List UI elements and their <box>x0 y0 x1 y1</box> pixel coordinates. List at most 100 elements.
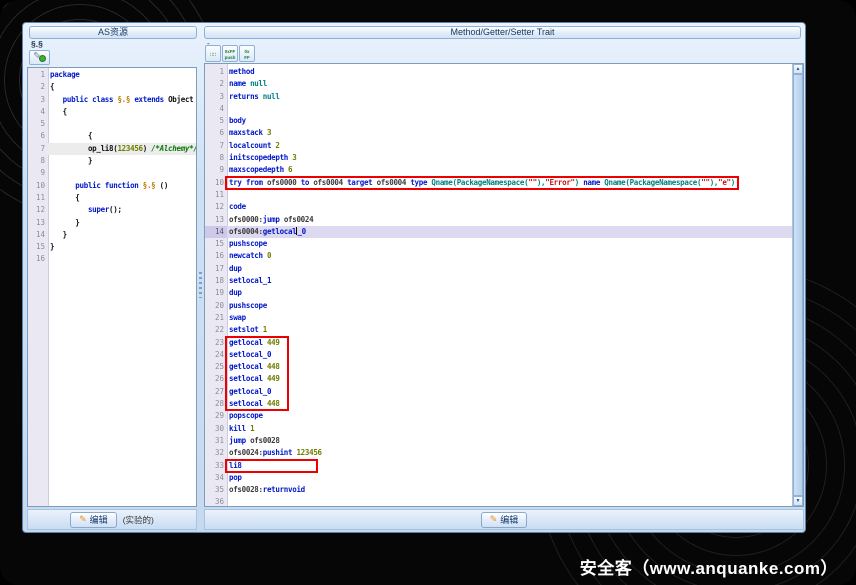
code-text: ofs0024:pushint 123456 <box>229 448 322 458</box>
script-name-label: §.§ <box>31 39 43 49</box>
code-line[interactable]: 2{ <box>28 81 196 94</box>
line-number: 24 <box>205 348 227 362</box>
code-line[interactable]: 7 localcount 2 <box>205 139 803 153</box>
code-line[interactable]: 14 } <box>28 228 196 242</box>
code-line[interactable]: 16 <box>28 253 196 266</box>
code-line[interactable]: 22 setslot 1 <box>205 324 803 337</box>
add-badge-icon <box>39 55 46 62</box>
code-text: setlocal_1 <box>229 276 272 286</box>
line-number: 10 <box>28 179 48 192</box>
code-line[interactable]: 8 initscopedepth 3 <box>205 152 803 165</box>
code-line[interactable]: 7 op_li8(123456) /*Alchemy*/; <box>28 142 196 156</box>
code-line[interactable]: 9 maxscopedepth 6 <box>205 164 803 177</box>
line-number: 21 <box>205 311 227 325</box>
code-line[interactable]: 14 ofs0004:getlocal_0 <box>205 225 803 239</box>
code-line[interactable]: 10 try from ofs0000 to ofs0004 target ofs… <box>205 176 803 189</box>
code-line[interactable]: 1 method <box>205 66 803 79</box>
code-line[interactable]: 32 ofs0024:pushint 123456 <box>205 447 803 460</box>
code-line[interactable]: 12 super(); <box>28 204 196 217</box>
hex-push-toggle-button[interactable]: 0xFF push <box>222 45 238 62</box>
code-line[interactable]: 11 { <box>28 191 196 205</box>
actionscript-code-editor[interactable]: 1 package 2{3 public class §.§ extends Obj… <box>27 67 197 507</box>
code-line[interactable]: 29 popscope <box>205 410 803 423</box>
code-text: returns null <box>229 91 280 101</box>
experimental-label: (实验的) <box>122 514 154 525</box>
code-line[interactable]: 13 } <box>28 216 196 229</box>
line-number: 14 <box>28 228 48 242</box>
code-line[interactable]: 19 dup <box>205 287 803 300</box>
edit-script-icon-button[interactable]: ✎ <box>29 50 50 65</box>
code-line[interactable]: 4 <box>205 102 803 116</box>
code-line[interactable]: 1 package <box>28 69 196 82</box>
code-line[interactable]: 21 swap <box>205 311 803 325</box>
code-text: public function §.§ () <box>75 180 169 190</box>
code-line[interactable]: 6 maxstack 3 <box>205 127 803 140</box>
scroll-up-button[interactable]: ▲ <box>793 64 803 74</box>
line-number: 25 <box>205 361 227 374</box>
line-number: 2 <box>205 78 227 91</box>
code-line[interactable]: 5 <box>28 118 196 131</box>
code-line[interactable]: 33 li8 <box>205 459 803 472</box>
code-line[interactable]: 35 ofs0028:returnvoid <box>205 484 803 497</box>
code-line[interactable]: 15} <box>28 241 196 254</box>
code-line[interactable]: 20 pushscope <box>205 299 803 312</box>
code-line[interactable]: 27 getlocal_0 <box>205 385 803 399</box>
panel-splitter[interactable] <box>197 67 204 507</box>
edit-actionscript-button[interactable]: ✎ 编辑 <box>70 511 117 528</box>
code-line[interactable]: 3 returns null <box>205 90 803 103</box>
code-line[interactable]: 15 pushscope <box>205 238 803 251</box>
code-line[interactable]: 9 <box>28 167 196 180</box>
code-line[interactable]: 10 public function §.§ () <box>28 179 196 192</box>
edit-pcode-button[interactable]: ✎ 编辑 <box>480 511 528 528</box>
code-line[interactable]: 17 dup <box>205 262 803 276</box>
edit-button-label: 编辑 <box>89 515 108 525</box>
line-number: 26 <box>205 373 227 386</box>
pcode-editor[interactable]: 1 method 2 name null 3 returns null 4 5 body 6 max… <box>204 63 804 507</box>
code-line[interactable]: 13 ofs0000:jump ofs0024 <box>205 213 803 226</box>
code-line[interactable]: 12 code <box>205 201 803 214</box>
code-line[interactable]: 5 body <box>205 115 803 128</box>
code-text: ofs0000:jump ofs0024 <box>229 214 314 224</box>
code-line[interactable]: 8 } <box>28 155 196 168</box>
code-line[interactable]: 36 <box>205 496 803 506</box>
code-line[interactable]: 16 newcatch 0 <box>205 250 803 263</box>
code-text: method <box>229 67 255 76</box>
line-number: 34 <box>205 471 227 485</box>
code-text: pushscope <box>229 300 267 310</box>
line-number: 6 <box>28 130 48 143</box>
code-line[interactable]: 28 setlocal 448 <box>205 398 803 411</box>
line-number: 1 <box>28 69 48 82</box>
constants-view-toggle-button[interactable]: ∷∷ <box>205 45 221 62</box>
code-text: swap <box>229 312 246 322</box>
code-line[interactable]: 25 getlocal 448 <box>205 361 803 374</box>
code-text: { <box>50 192 80 202</box>
line-number: 35 <box>205 484 227 497</box>
code-line[interactable]: 24 setlocal_0 <box>205 348 803 362</box>
line-number: 32 <box>205 447 227 460</box>
pcode-scrollbar[interactable]: ▲ ▼ <box>792 64 803 506</box>
line-number: 27 <box>205 385 227 399</box>
code-line[interactable]: 26 setlocal 449 <box>205 373 803 386</box>
line-number: 14 <box>205 225 227 239</box>
line-number: 6 <box>205 127 227 140</box>
hex-view-toggle-button[interactable]: 0x FF <box>239 45 255 62</box>
code-line[interactable]: 30 kill 1 <box>205 422 803 435</box>
code-line[interactable]: 23 getlocal 449 <box>205 336 803 349</box>
scroll-down-button[interactable]: ▼ <box>793 496 803 506</box>
code-line[interactable]: 18 setlocal_1 <box>205 275 803 288</box>
line-number: 13 <box>28 216 48 229</box>
code-text: public class §.§ extends Object <box>62 94 194 104</box>
scrollbar-thumb[interactable] <box>793 74 803 496</box>
code-line[interactable]: 34 pop <box>205 471 803 485</box>
code-line[interactable]: 6 { <box>28 130 196 143</box>
code-line[interactable]: 4 { <box>28 105 196 119</box>
code-text: pop <box>229 472 242 482</box>
code-line[interactable]: 31 jump ofs0028 <box>205 434 803 448</box>
code-text: package <box>50 70 80 79</box>
line-number: 15 <box>28 241 48 254</box>
code-text: super(); <box>87 205 122 215</box>
code-line[interactable]: 11 <box>205 188 803 202</box>
code-line[interactable]: 3 public class §.§ extends Object <box>28 93 196 106</box>
code-line[interactable]: 2 name null <box>205 78 803 91</box>
